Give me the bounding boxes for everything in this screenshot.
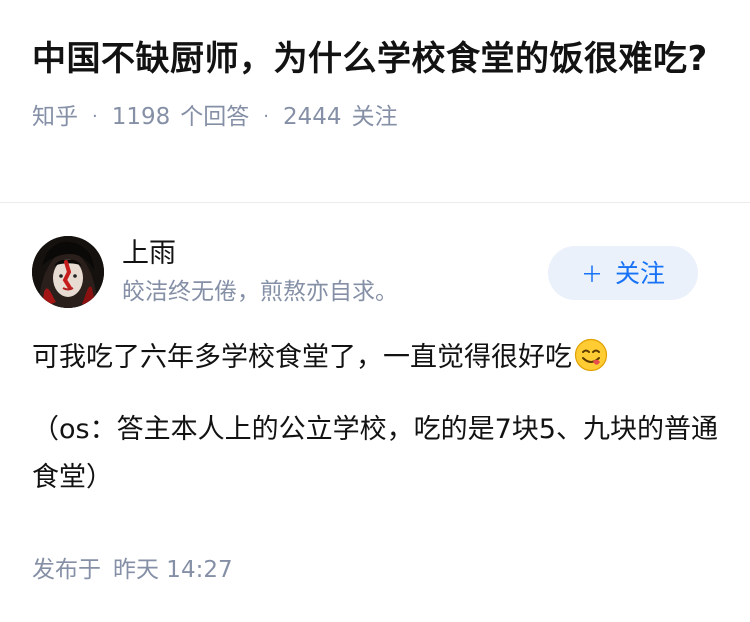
yum-face-emoji-icon (574, 338, 608, 372)
plus-icon: ＋ (580, 262, 603, 287)
publish-info: 发布于 昨天 14:27 (32, 554, 233, 586)
author-bio: 皎洁终无倦，煎熬亦自求。 (122, 279, 398, 305)
answer-count-label[interactable]: 个回答 (180, 102, 249, 132)
answer-content: 可我吃了六年多学校食堂了，一直觉得很好吃 （os：答主本人上的公立学校，吃的是7… (32, 334, 722, 502)
follow-button[interactable]: ＋ 关注 (548, 246, 698, 300)
answer-paragraph: （os：答主本人上的公立学校，吃的是7块5、九块的普通食堂） (32, 414, 718, 493)
answer-paragraph-text: 可我吃了六年多学校食堂了，一直觉得很好吃 (32, 342, 572, 373)
avatar[interactable] (32, 236, 104, 308)
author-card: 上雨 皎洁终无倦，煎熬亦自求。 ＋ 关注 (32, 236, 718, 308)
publish-time: 昨天 14:27 (113, 557, 233, 583)
source-label[interactable]: 知乎 (32, 102, 78, 132)
publish-label: 发布于 (32, 557, 101, 583)
follower-count: 2444 (283, 104, 342, 130)
question-meta: 知乎 · 1198 个回答 · 2444 关注 (32, 102, 722, 132)
section-divider (0, 202, 750, 203)
question-header: 中国不缺厨师，为什么学校食堂的饭很难吃? 知乎 · 1198 个回答 · 244… (32, 34, 722, 132)
answer-count: 1198 (111, 104, 171, 130)
avatar-image-icon (32, 236, 104, 308)
follow-button-label: 关注 (615, 260, 666, 288)
question-title[interactable]: 中国不缺厨师，为什么学校食堂的饭很难吃? (32, 34, 722, 84)
author-name[interactable]: 上雨 (122, 236, 176, 272)
follower-count-label[interactable]: 关注 (352, 102, 398, 132)
meta-separator: · (263, 106, 270, 127)
meta-separator: · (92, 106, 98, 127)
answer-paragraph: 可我吃了六年多学校食堂了，一直觉得很好吃 (32, 334, 722, 382)
